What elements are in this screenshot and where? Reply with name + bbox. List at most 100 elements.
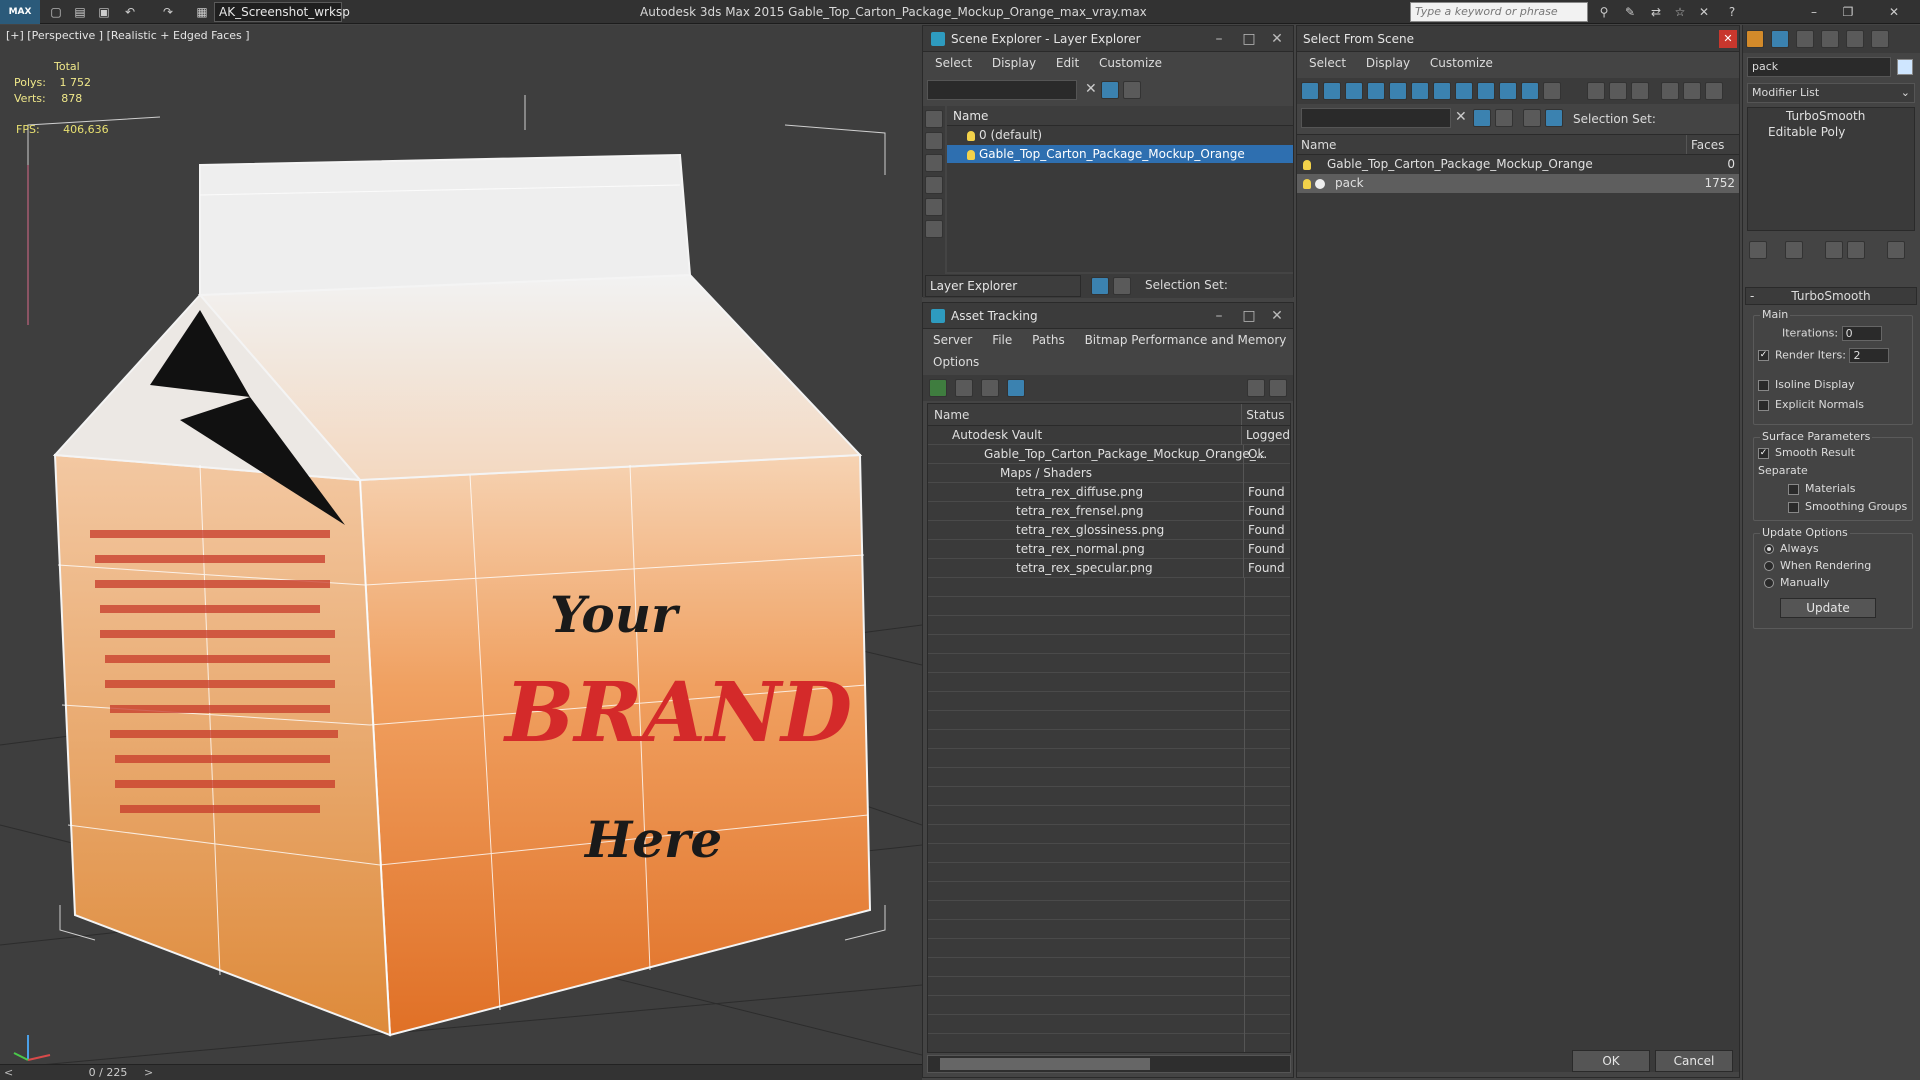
favorites-star-icon[interactable]: ☆ <box>1672 4 1688 20</box>
select-from-scene-header[interactable]: Select From Scene ✕ <box>1297 26 1739 52</box>
asset-row-maxfile[interactable]: Gable_Top_Carton_Package_Mockup_Orange_.… <box>928 445 1290 464</box>
explicit-normals-control[interactable]: Explicit Normals <box>1758 398 1864 411</box>
display-cameras-icon[interactable] <box>925 176 943 194</box>
show-end-result-icon[interactable] <box>1785 241 1803 259</box>
stack-item-editable-poly[interactable]: Editable Poly <box>1748 124 1914 140</box>
filter-bones-icon[interactable] <box>1477 82 1495 100</box>
menu-customize[interactable]: Customize <box>1430 56 1493 70</box>
update-always-control[interactable]: Always <box>1764 542 1819 555</box>
open-file-icon[interactable]: ▤ <box>72 4 88 20</box>
update-button[interactable]: Update <box>1780 598 1876 618</box>
tools-icon[interactable]: ✎ <box>1622 4 1638 20</box>
minimize-window-icon[interactable]: – <box>1806 4 1822 20</box>
list-icon[interactable] <box>955 379 973 397</box>
materials-checkbox[interactable] <box>1788 483 1799 495</box>
smooth-result-control[interactable]: ✓ Smooth Result <box>1758 446 1855 459</box>
filter-containers-icon[interactable] <box>1499 82 1517 100</box>
visibility-bulb-icon[interactable] <box>1303 178 1311 189</box>
save-file-icon[interactable]: ▣ <box>96 4 112 20</box>
hierarchy-icon[interactable] <box>1545 109 1563 127</box>
filter-helpers-icon[interactable] <box>1389 82 1407 100</box>
explicit-normals-checkbox[interactable] <box>1758 399 1769 411</box>
select-col-faces[interactable]: Faces <box>1687 135 1739 154</box>
menu-paths[interactable]: Paths <box>1032 333 1065 347</box>
display-tab-icon[interactable] <box>1846 30 1864 48</box>
menu-bitmap-performance[interactable]: Bitmap Performance and Memory <box>1085 333 1287 347</box>
modify-tab-icon[interactable] <box>1771 30 1789 48</box>
utilities-tab-icon[interactable] <box>1871 30 1889 48</box>
smooth-result-checkbox[interactable]: ✓ <box>1758 447 1769 459</box>
settings-icon[interactable] <box>1269 379 1287 397</box>
menu-select[interactable]: Select <box>1309 56 1346 70</box>
display-lights-icon[interactable] <box>925 154 943 172</box>
hierarchy-icon[interactable] <box>1113 277 1131 295</box>
layer-row-carton[interactable]: Gable_Top_Carton_Package_Mockup_Orange <box>947 145 1293 164</box>
object-color-swatch[interactable] <box>1897 59 1913 75</box>
remove-modifier-icon[interactable] <box>1847 241 1865 259</box>
close-icon[interactable]: ✕ <box>1263 26 1291 52</box>
asset-row-file[interactable]: tetra_rex_glossiness.png Found <box>928 521 1290 540</box>
object-name-field[interactable]: pack <box>1747 57 1891 77</box>
close-icon[interactable]: ✕ <box>1263 303 1291 329</box>
workspace-dropdown[interactable]: AK_Screenshot_wrksp <box>214 2 350 22</box>
filter-xrefs-icon[interactable] <box>1455 82 1473 100</box>
restore-window-icon[interactable]: ❐ <box>1840 4 1856 20</box>
layer-row-default[interactable]: 0 (default) <box>947 126 1293 145</box>
maximize-icon[interactable]: □ <box>1235 303 1263 329</box>
create-tab-icon[interactable] <box>1746 30 1764 48</box>
select-row-pack[interactable]: pack 1752 <box>1297 174 1739 193</box>
clear-search-icon[interactable]: ✕ <box>1085 81 1097 97</box>
filter-groups-icon[interactable] <box>1433 82 1451 100</box>
menu-display[interactable]: Display <box>992 56 1036 70</box>
asset-row-file[interactable]: tetra_rex_specular.png Found <box>928 559 1290 578</box>
smoothing-groups-checkbox[interactable] <box>1788 501 1799 513</box>
help-icon[interactable] <box>1247 379 1265 397</box>
columns-icon[interactable] <box>1705 82 1723 100</box>
redo-icon[interactable]: ↷ <box>160 4 176 20</box>
layer-visibility-bulb-icon[interactable] <box>967 130 975 141</box>
clear-search-icon[interactable]: ✕ <box>1455 109 1467 125</box>
cancel-button[interactable]: Cancel <box>1655 1050 1733 1072</box>
maximize-icon[interactable]: □ <box>1235 26 1263 52</box>
stack-item-turbosmooth[interactable]: TurboSmooth <box>1748 108 1914 124</box>
thumbnail-icon[interactable] <box>981 379 999 397</box>
close-x-icon[interactable]: ✕ <box>1696 4 1712 20</box>
update-when-rendering-control[interactable]: When Rendering <box>1764 559 1871 572</box>
pin-stack-icon[interactable] <box>1749 241 1767 259</box>
sort-icon[interactable] <box>1683 82 1701 100</box>
viewport-label[interactable]: [+] [Perspective ] [Realistic + Edged Fa… <box>6 29 250 42</box>
visibility-bulb-icon[interactable] <box>1303 159 1311 170</box>
isoline-control[interactable]: Isoline Display <box>1758 378 1855 391</box>
filter-spacewarps-icon[interactable] <box>1411 82 1429 100</box>
update-manually-control[interactable]: Manually <box>1764 576 1830 589</box>
asset-row-file[interactable]: tetra_rex_frensel.png Found <box>928 502 1290 521</box>
explorer-type-dropdown[interactable]: Layer Explorer <box>925 275 1081 297</box>
display-spacewarps-icon[interactable] <box>925 220 943 238</box>
asset-row-vault[interactable]: Autodesk Vault Logged <box>928 426 1290 445</box>
select-none-icon[interactable] <box>1609 82 1627 100</box>
select-all-icon[interactable] <box>1587 82 1605 100</box>
iterations-spinner[interactable]: 0 <box>1841 326 1882 341</box>
binoculars-icon[interactable]: ⚲ <box>1596 4 1612 20</box>
select-row-carton[interactable]: Gable_Top_Carton_Package_Mockup_Orange 0 <box>1297 155 1739 174</box>
filter-lights-icon[interactable] <box>1345 82 1363 100</box>
asset-col-name[interactable]: Name <box>928 404 1243 425</box>
time-slider[interactable]: < 0 / 225 > <box>0 1064 922 1080</box>
menu-options[interactable]: Options <box>933 355 979 369</box>
filter-frozen-icon[interactable] <box>1521 82 1539 100</box>
time-prev-icon[interactable]: < <box>4 1066 13 1079</box>
keyword-search-input[interactable]: Type a keyword or phrase <box>1410 2 1588 22</box>
ok-button[interactable]: OK <box>1572 1050 1650 1072</box>
filter-geometry-icon[interactable] <box>1301 82 1319 100</box>
layer-options-icon[interactable] <box>1123 81 1141 99</box>
render-iters-checkbox[interactable]: ✓ <box>1758 350 1769 361</box>
menu-display[interactable]: Display <box>1366 56 1410 70</box>
asset-tracking-header[interactable]: Asset Tracking – □ ✕ <box>923 303 1293 329</box>
turbosmooth-rollout-header[interactable]: - TurboSmooth <box>1745 287 1917 305</box>
display-shapes-icon[interactable] <box>925 132 943 150</box>
display-helpers-icon[interactable] <box>925 198 943 216</box>
scrollbar-thumb[interactable] <box>940 1058 1150 1070</box>
asset-row-maps[interactable]: Maps / Shaders <box>928 464 1290 483</box>
manually-radio[interactable] <box>1764 578 1774 588</box>
hierarchy-tab-icon[interactable] <box>1796 30 1814 48</box>
